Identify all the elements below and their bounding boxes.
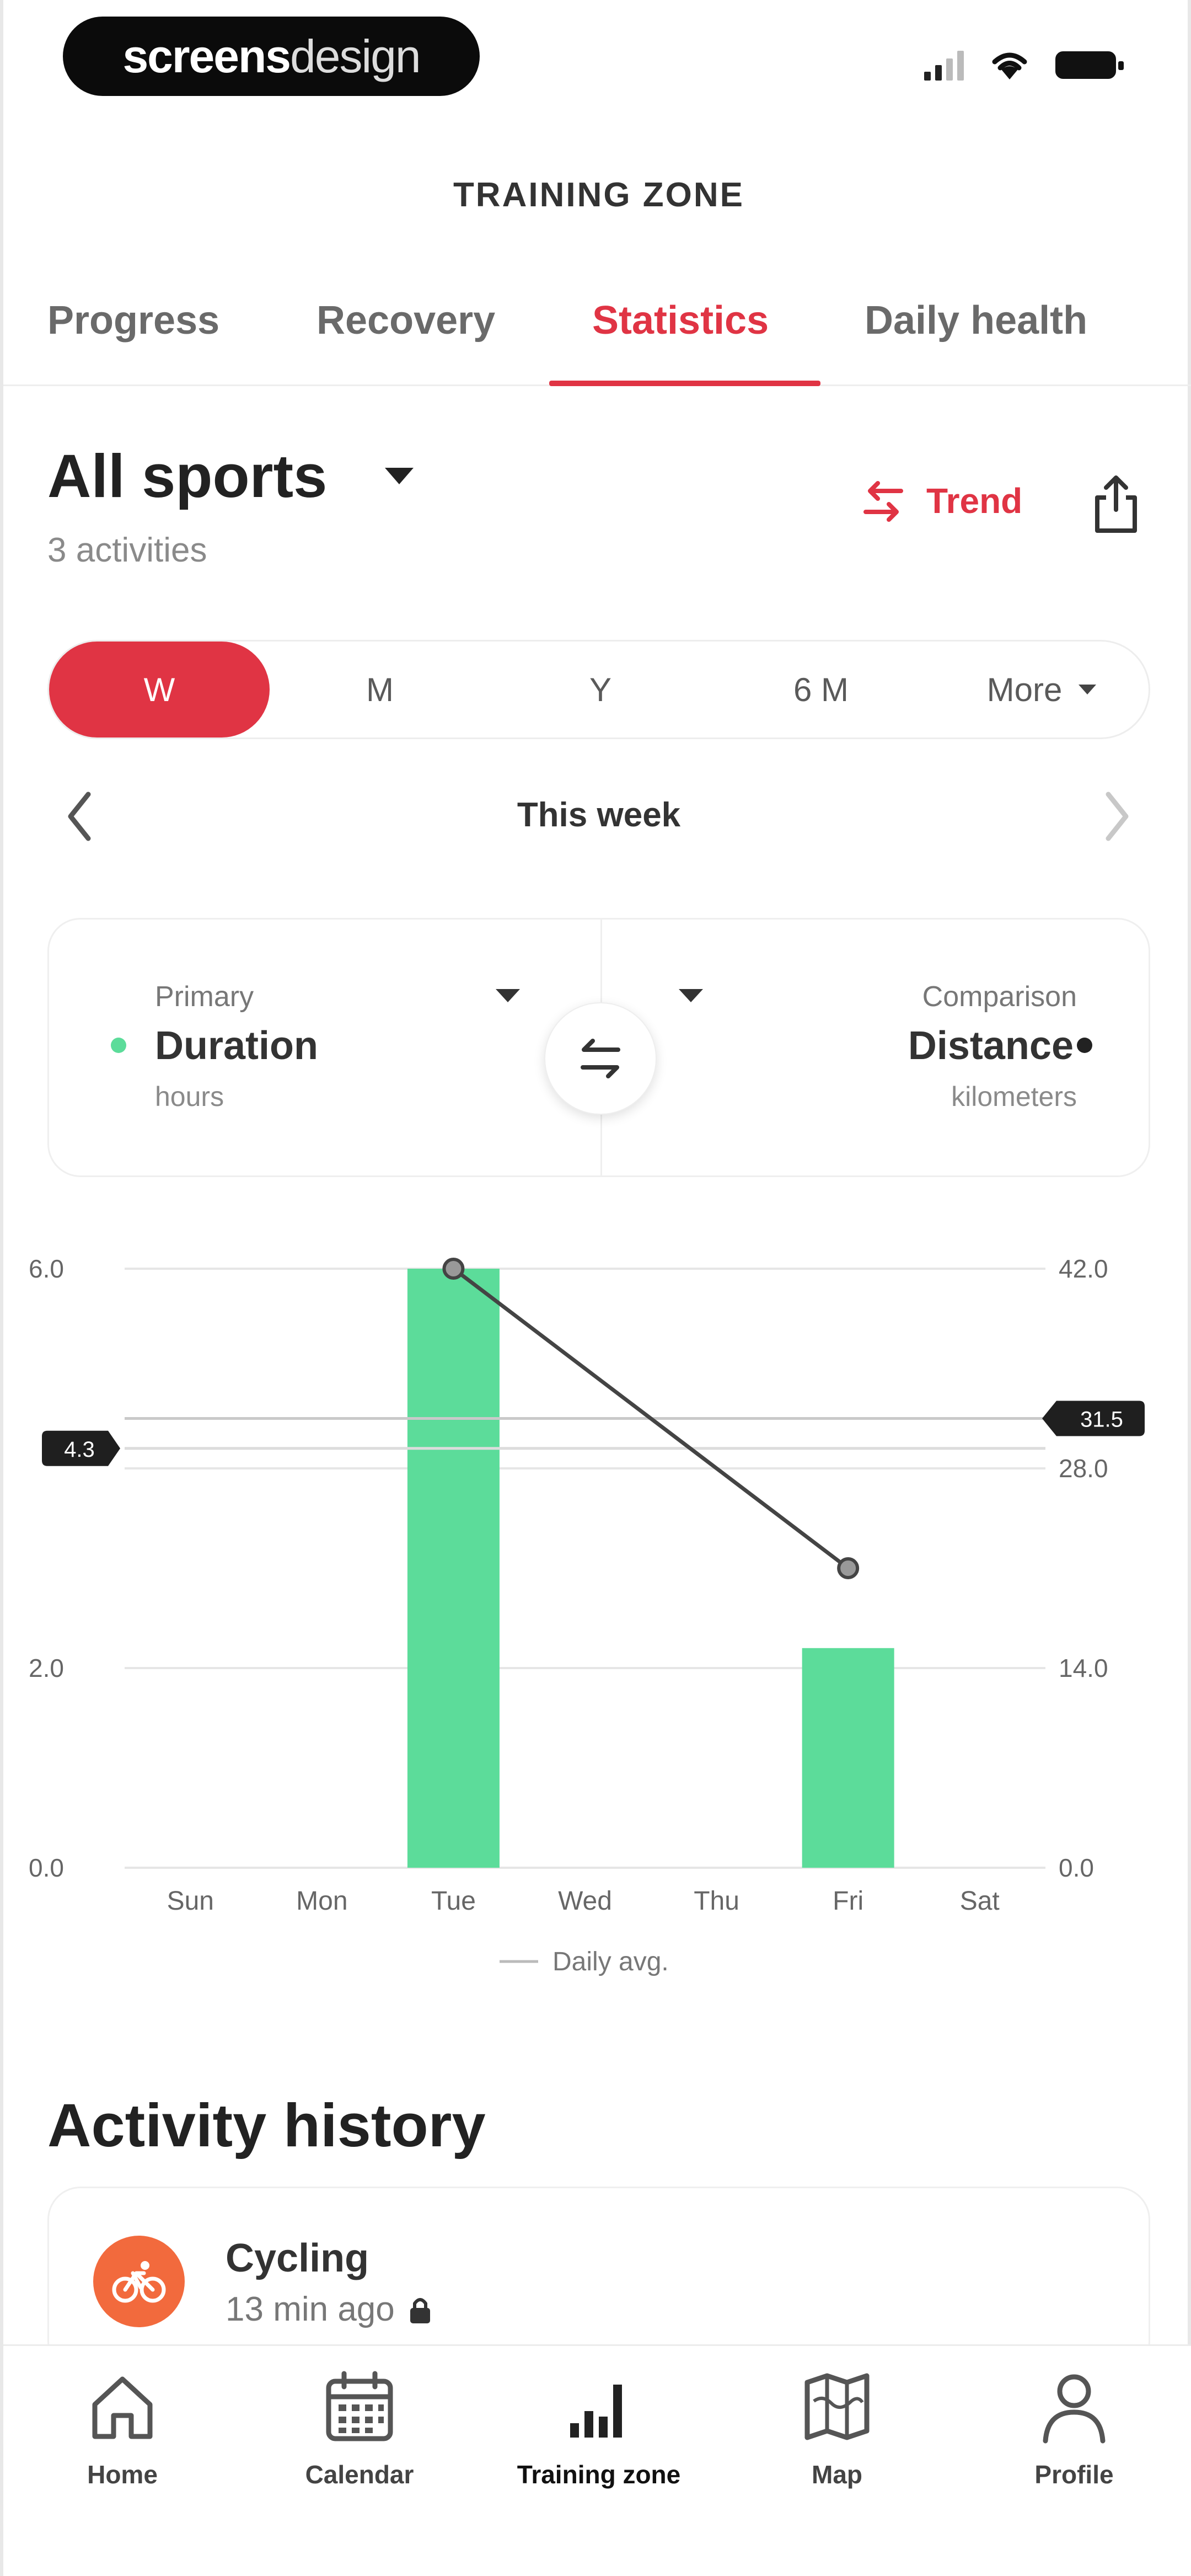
nav-profile[interactable]: Profile (964, 2368, 1184, 2489)
nav-calendar-label: Calendar (305, 2460, 414, 2489)
y-right-tick-label: 28.0 (1059, 1454, 1108, 1483)
comparison-metric-unit: kilometers (951, 1081, 1077, 1112)
bottom-navigation: Home Calendar Training zone Map Profile (3, 2344, 1191, 2576)
period-week-option[interactable]: W (49, 642, 270, 737)
comparison-series-dot (1077, 1038, 1092, 1053)
share-icon[interactable] (1090, 473, 1142, 534)
y-left-tick-label: 0.0 (29, 1853, 64, 1882)
duration-bar (802, 1648, 894, 1868)
calendar-icon (326, 2371, 393, 2441)
activity-time: 13 min ago (226, 2290, 432, 2329)
wifi-icon (992, 52, 1027, 79)
profile-icon (1043, 2374, 1106, 2444)
nav-map[interactable]: Map (727, 2368, 947, 2489)
primary-metric-dropdown-icon[interactable] (496, 989, 520, 1002)
cellular-signal-icon (924, 50, 964, 81)
primary-series-dot (111, 1038, 126, 1053)
x-tick-label: Sun (167, 1886, 214, 1916)
battery-icon (1055, 51, 1124, 79)
x-tick-label: Tue (431, 1886, 476, 1916)
x-tick-label: Thu (694, 1886, 739, 1916)
distance-point (837, 1557, 860, 1579)
statistics-chart: 0.0 2.0 6.0 0.0 14.0 28.0 42.0 31.5 4.3 Sun Mon Tue… (3, 1230, 1191, 2002)
swap-arrows-icon (581, 1039, 620, 1078)
y-left-tick-label: 6.0 (29, 1254, 64, 1283)
comparison-metric-name[interactable]: Distance (908, 1023, 1074, 1068)
activity-count: 3 activities (47, 531, 207, 569)
activity-history-title: Activity history (47, 2092, 486, 2160)
lock-icon (410, 2297, 430, 2323)
duration-bar (407, 1269, 500, 1868)
nav-profile-label: Profile (1034, 2460, 1114, 2489)
swap-metrics-button[interactable] (544, 1002, 657, 1115)
nav-home[interactable]: Home (12, 2368, 233, 2489)
distance-point (442, 1258, 465, 1280)
more-label: More (986, 671, 1063, 708)
primary-label: Primary (155, 981, 254, 1013)
distance-average-label: 31.5 (1080, 1408, 1123, 1432)
map-icon (804, 2373, 870, 2440)
nav-calendar[interactable]: Calendar (249, 2368, 470, 2489)
tab-daily-health[interactable]: Daily health (865, 298, 1087, 343)
chevron-down-icon[interactable] (385, 468, 414, 484)
tab-statistics[interactable]: Statistics (592, 298, 769, 343)
bar-chart-icon (570, 2385, 622, 2438)
y-right-tick-label: 14.0 (1059, 1654, 1108, 1682)
primary-metric-name[interactable]: Duration (155, 1023, 318, 1068)
week-label: This week (517, 796, 681, 834)
activity-time-label: 13 min ago (226, 2290, 395, 2328)
trend-button[interactable]: Trend (857, 474, 1022, 527)
y-left-tick-label: 2.0 (29, 1654, 64, 1682)
tab-progress[interactable]: Progress (47, 298, 219, 343)
nav-training-zone[interactable]: Training zone (489, 2368, 709, 2489)
y-right-tick-label: 42.0 (1059, 1254, 1108, 1283)
period-more-option[interactable]: More (931, 642, 1152, 737)
sport-selector-title[interactable]: All sports (47, 441, 327, 511)
period-month-option[interactable]: M (270, 642, 490, 737)
x-tick-label: Sat (960, 1886, 1000, 1916)
home-icon (92, 2376, 153, 2439)
activity-name: Cycling (226, 2236, 369, 2280)
y-right-tick-label: 0.0 (1059, 1853, 1094, 1882)
x-tick-label: Wed (558, 1886, 612, 1916)
period-selector: W M Y 6 M More (47, 640, 1150, 739)
chart-svg: 0.0 2.0 6.0 0.0 14.0 28.0 42.0 31.5 4.3 Sun Mon Tue… (29, 1254, 1145, 1976)
screensdesign-logo: screens design (63, 17, 480, 96)
page-title: TRAINING ZONE (453, 176, 745, 214)
active-tab-indicator (549, 381, 820, 386)
comparison-label: Comparison (922, 981, 1077, 1013)
nav-training-zone-label: Training zone (517, 2460, 681, 2489)
legend-label: Daily avg. (552, 1947, 669, 1976)
nav-map-label: Map (812, 2460, 862, 2489)
trend-label: Trend (926, 481, 1023, 521)
x-tick-label: Fri (833, 1886, 863, 1916)
duration-average-label: 4.3 (64, 1437, 95, 1462)
metric-selector-card: Primary Duration hours Comparison Distan… (47, 918, 1150, 1177)
swap-arrows-icon (863, 481, 903, 522)
cycling-icon (93, 2236, 185, 2327)
period-year-option[interactable]: Y (490, 642, 711, 737)
next-week-icon[interactable] (1101, 789, 1134, 844)
chevron-down-icon (1079, 685, 1097, 694)
nav-home-label: Home (87, 2460, 158, 2489)
x-tick-label: Mon (296, 1886, 347, 1916)
tab-bar: Progress Recovery Statistics Daily healt… (3, 287, 1191, 386)
app-frame: screens design TRAINING ZONE Progress Rec… (0, 0, 1191, 2576)
primary-metric-unit: hours (155, 1081, 224, 1112)
status-icons (924, 50, 1124, 81)
period-6m-option[interactable]: 6 M (711, 642, 931, 737)
comparison-metric-dropdown-icon[interactable] (679, 989, 703, 1002)
tab-recovery[interactable]: Recovery (316, 298, 495, 343)
